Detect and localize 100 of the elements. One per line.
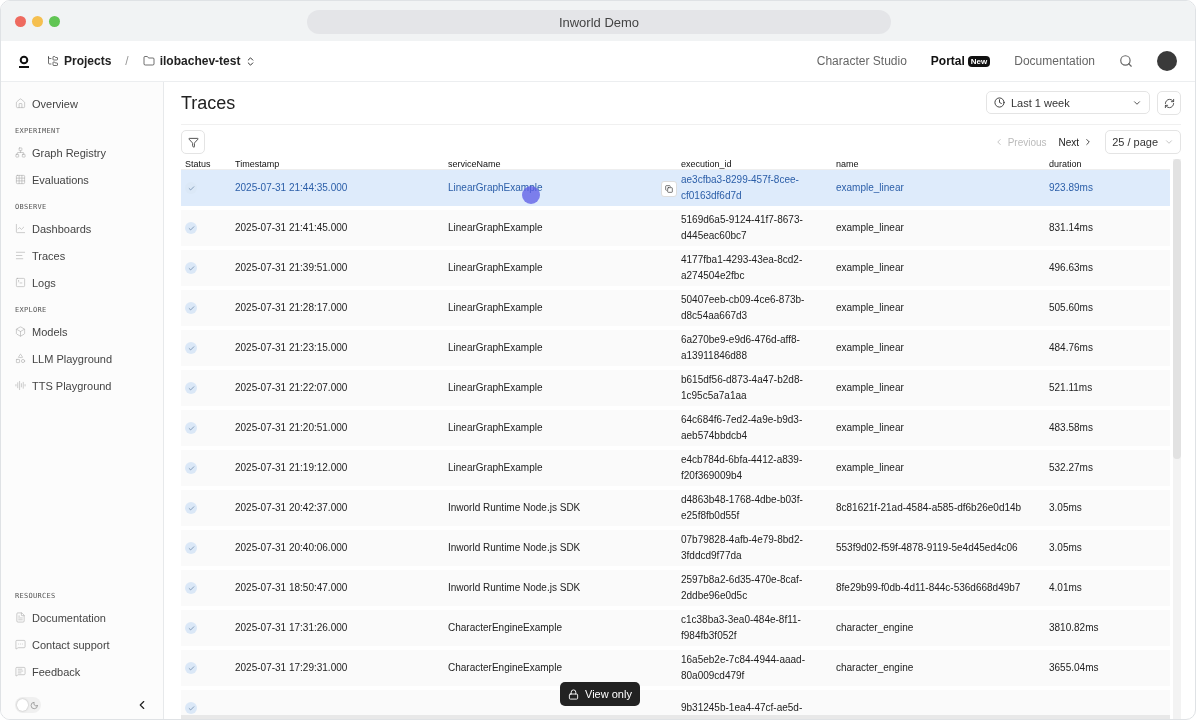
table-row[interactable]: 2025-07-31 17:29:31.000 CharacterEngineExample 16a5eb2e-7c84-4944-aaad- 80a009cd479f character_engine 3655.04ms xyxy=(181,650,1170,686)
table-cell-text: 9b31245b-1ea4-47cf-ae5d- xyxy=(681,701,804,715)
sidebar-item[interactable]: Feedback xyxy=(1,658,163,685)
table-row[interactable]: 2025-07-31 21:19:12.000 LinearGraphExample e4cb784d-6bfa-4412-a839- f20f369009b4 example_linear 532.27ms xyxy=(181,450,1170,486)
close-window-button[interactable] xyxy=(15,15,26,27)
table-row[interactable]: 2025-07-31 17:31:26.000 CharacterEngineExample c1c38ba3-3ea0-484e-8f11- f984fb3f052f character_engine 3810.82ms xyxy=(181,610,1170,646)
table-cell: 2025-07-31 21:44:35.000 xyxy=(235,182,348,193)
sidebar-item[interactable]: Traces xyxy=(1,242,163,269)
table-cell-text: 4177fba1-4293-43ea-8cd2- xyxy=(681,253,804,267)
page-size-select[interactable]: 25 / page xyxy=(1105,130,1181,154)
sidebar-item[interactable]: Models xyxy=(1,318,163,345)
home-icon xyxy=(15,98,26,109)
table-cell-text: 5169d6a5-9124-41f7-8673- xyxy=(681,213,804,227)
table-cell: LinearGraphExample xyxy=(448,342,543,353)
table-cell: 2025-07-31 21:22:07.000 xyxy=(235,382,348,393)
table-cell: 484.76ms xyxy=(1049,342,1093,353)
table-cell-text: d445eac60bc7 xyxy=(681,229,748,243)
table-row[interactable]: 2025-07-31 21:39:51.000 LinearGraphExample 4177fba1-4293-43ea-8cd2- a274504e2fbc example_linear 496.63ms xyxy=(181,250,1170,286)
help-chat-icon xyxy=(15,639,26,650)
table-row[interactable]: 2025-07-31 20:40:06.000 Inworld Runtime Node.js SDK 07b79828-4afb-4e79-8bd2- 3fddcd9f77da 553f9d02-f59f-4878-9119-5e4d45ed4c06 3.05ms xyxy=(181,530,1170,566)
table-cell: LinearGraphExample xyxy=(448,262,543,273)
column-header[interactable]: execution_id xyxy=(677,159,832,169)
sidebar-item[interactable]: Evaluations xyxy=(1,166,163,193)
table-cell: LinearGraphExample xyxy=(448,302,543,313)
time-range-select[interactable]: Last 1 week xyxy=(986,91,1150,114)
next-button[interactable]: Next xyxy=(1052,136,1100,148)
refresh-button[interactable] xyxy=(1157,91,1181,115)
table-cell: Inworld Runtime Node.js SDK xyxy=(448,582,581,593)
nav-link[interactable]: Documentation xyxy=(1014,54,1095,68)
project-selector[interactable]: ilobachev-test xyxy=(142,54,257,68)
terminal-icon xyxy=(15,277,26,288)
table-cell-text: a13911846d88 xyxy=(681,349,748,363)
sidebar-item[interactable]: Logs xyxy=(1,269,163,296)
table-cell-text: d4863b48-1768-4dbe-b03f- xyxy=(681,493,804,507)
table-cell: 2025-07-31 17:29:31.000 xyxy=(235,662,348,673)
projects-icon xyxy=(47,55,59,67)
table-cell: example_linear xyxy=(836,302,904,313)
column-header[interactable]: serviceName xyxy=(444,159,677,169)
table-cell: example_linear xyxy=(836,342,904,353)
new-badge: New xyxy=(967,55,991,67)
breadcrumb-separator: / xyxy=(125,54,129,68)
table-cell: 483.58ms xyxy=(1049,422,1093,433)
table-cell: 2025-07-31 17:31:26.000 xyxy=(235,622,348,633)
table-cell-text: 6a270be9-e9d6-476d-aff8- xyxy=(681,333,801,347)
shapes-icon xyxy=(15,353,26,364)
nav-link[interactable]: Portal New xyxy=(930,54,991,68)
table-row[interactable]: 2025-07-31 21:23:15.000 LinearGraphExample 6a270be9-e9d6-476d-aff8- a13911846d88 example_linear 484.76ms xyxy=(181,330,1170,366)
avatar[interactable] xyxy=(1157,51,1177,71)
projects-link[interactable]: Projects xyxy=(47,54,112,68)
table-cell: 2025-07-31 21:41:45.000 xyxy=(235,222,348,233)
sidebar-item[interactable]: TTS Playground xyxy=(1,372,163,399)
table-cell: character_engine xyxy=(836,622,914,633)
table-cell: 4.01ms xyxy=(1049,582,1082,593)
column-header[interactable]: Status xyxy=(181,159,231,169)
table-cell: Inworld Runtime Node.js SDK xyxy=(448,502,581,513)
lines-icon xyxy=(15,250,26,261)
sidebar-item[interactable]: Contact support xyxy=(1,631,163,658)
table-cell-text: b615df56-d873-4a47-b2d8- xyxy=(681,373,804,387)
table-cell: 923.89ms xyxy=(1049,182,1093,193)
table-row[interactable]: 2025-07-31 21:22:07.000 LinearGraphExample b615df56-d873-4a47-b2d8- 1c95c5a7a1aa example_linear 521.11ms xyxy=(181,370,1170,406)
table-cell: example_linear xyxy=(836,222,904,233)
table-cell: 2025-07-31 21:39:51.000 xyxy=(235,262,348,273)
logo-icon[interactable] xyxy=(19,54,29,68)
table-cell-text: d8c54aa667d3 xyxy=(681,309,749,323)
filter-button[interactable] xyxy=(181,130,205,154)
chevron-down-icon xyxy=(1164,137,1174,147)
scrollbar[interactable] xyxy=(1173,159,1181,719)
line-chart-icon xyxy=(15,223,26,234)
lock-icon xyxy=(568,688,579,700)
document-icon xyxy=(15,612,26,623)
column-header[interactable]: name xyxy=(832,159,1045,169)
table-row[interactable]: 2025-07-31 21:41:45.000 LinearGraphExample 5169d6a5-9124-41f7-8673- d445eac60bc7 example_linear 831.14ms xyxy=(181,210,1170,246)
table-cell-text: e25f8fb0d55f xyxy=(681,509,741,523)
sidebar-item[interactable]: Documentation xyxy=(1,604,163,631)
waveform-icon xyxy=(15,380,26,391)
copy-button[interactable] xyxy=(661,181,677,197)
table-cell-text: 80a009cd479f xyxy=(681,669,746,683)
table-cell: 3.05ms xyxy=(1049,542,1082,553)
column-header[interactable]: Timestamp xyxy=(231,159,444,169)
table-row[interactable]: 2025-07-31 18:50:47.000 Inworld Runtime Node.js SDK 2597b8a2-6d35-470e-8caf- 2ddbe96e0d5c 8fe29b99-f0db-4d11-844c-536d668d49b7 4.01ms xyxy=(181,570,1170,606)
theme-toggle[interactable] xyxy=(15,697,41,713)
filter-icon xyxy=(187,136,199,148)
table-cell: 532.27ms xyxy=(1049,462,1093,473)
table-cell: example_linear xyxy=(836,262,904,273)
sidebar-item[interactable]: Graph Registry xyxy=(1,139,163,166)
table-cell: LinearGraphExample xyxy=(448,462,543,473)
table-cell: LinearGraphExample xyxy=(448,222,543,233)
nav-link[interactable]: Character Studio xyxy=(816,54,907,68)
table-row[interactable]: 2025-07-31 20:42:37.000 Inworld Runtime Node.js SDK d4863b48-1768-4dbe-b03f- e25f8fb0d55f 8c81621f-21ad-4584-a585-df6b26e0d14b 3.05ms xyxy=(181,490,1170,526)
table-cell: 2025-07-31 20:42:37.000 xyxy=(235,502,348,513)
column-header[interactable]: duration xyxy=(1045,159,1170,169)
table-cell: LinearGraphExample xyxy=(448,422,543,433)
table-row[interactable]: 2025-07-31 21:44:35.000 LinearGraphExample ae3cfba3-8299-457f-8cee- cf0163df6d7d example_linear 923.89ms xyxy=(181,170,1170,206)
sidebar-item[interactable]: Overview xyxy=(1,90,163,117)
table-cell: 2025-07-31 21:19:12.000 xyxy=(235,462,348,473)
search-icon[interactable] xyxy=(1119,54,1133,68)
sidebar-item[interactable]: LLM Playground xyxy=(1,345,163,372)
table-row[interactable]: 2025-07-31 21:28:17.000 LinearGraphExample 50407eeb-cb09-4ce6-873b- d8c54aa667d3 example_linear 505.60ms xyxy=(181,290,1170,326)
table-row[interactable]: 2025-07-31 21:20:51.000 LinearGraphExample 64c684f6-7ed2-4a9e-b9d3- aeb574bbdcb4 example_linear 483.58ms xyxy=(181,410,1170,446)
sidebar-item[interactable]: Dashboards xyxy=(1,215,163,242)
